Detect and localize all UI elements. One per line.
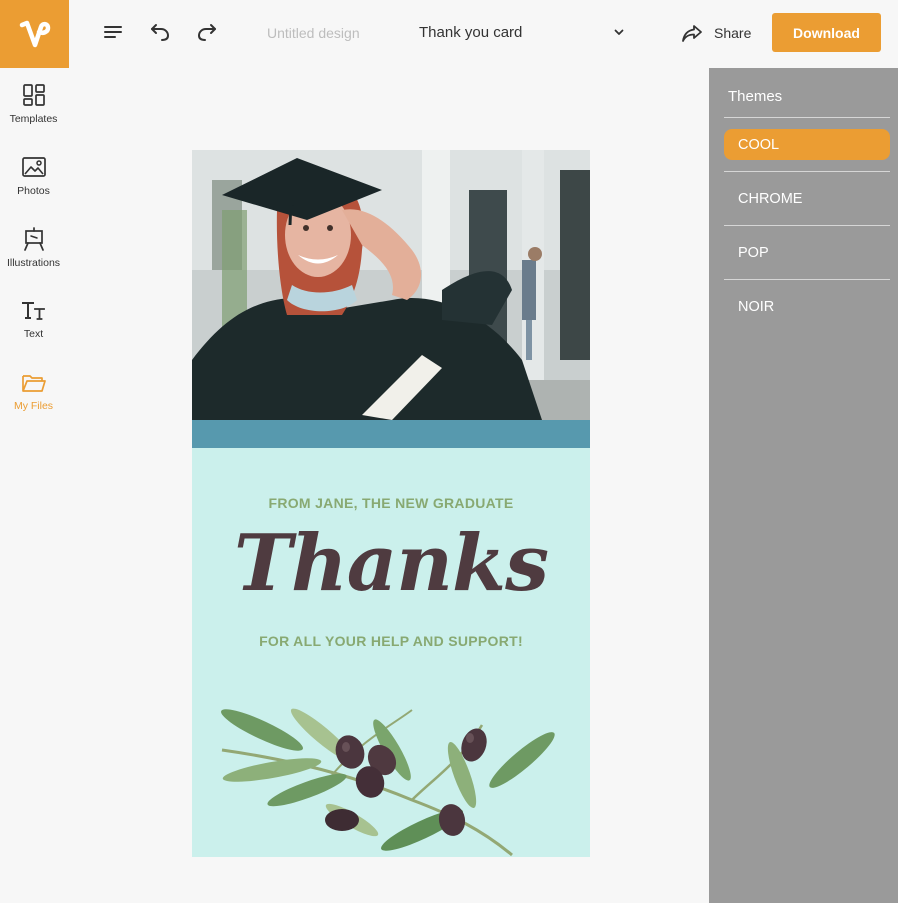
themes-title: Themes bbox=[728, 88, 783, 105]
share-arrow-icon bbox=[682, 25, 702, 42]
sidebar-item-my-files[interactable]: My Files bbox=[0, 356, 67, 428]
divider bbox=[724, 171, 890, 172]
graduate-photo[interactable] bbox=[192, 150, 590, 420]
template-select[interactable]: Thank you card bbox=[405, 14, 635, 50]
text-icon bbox=[21, 302, 45, 320]
document-name[interactable]: Untitled design bbox=[267, 25, 360, 41]
app-logo[interactable] bbox=[0, 0, 69, 68]
divider bbox=[724, 279, 890, 280]
folder-icon bbox=[21, 375, 46, 392]
card-support-line[interactable]: FOR ALL YOUR HELP AND SUPPORT! bbox=[192, 633, 590, 649]
sidebar-item-label: My Files bbox=[13, 400, 54, 412]
photos-icon bbox=[21, 157, 46, 177]
theme-option-pop[interactable]: POP bbox=[724, 237, 890, 268]
theme-option-chrome[interactable]: CHROME bbox=[724, 183, 890, 214]
sidebar-item-photos[interactable]: Photos bbox=[0, 140, 67, 212]
divider bbox=[724, 225, 890, 226]
sidebar-item-label: Illustrations bbox=[6, 257, 61, 269]
share-label: Share bbox=[714, 25, 752, 41]
themes-panel: Themes COOL CHROME POP NOIR bbox=[709, 68, 898, 903]
sidebar-item-label: Text bbox=[23, 328, 44, 340]
template-select-value: Thank you card bbox=[419, 23, 523, 41]
templates-icon bbox=[22, 84, 45, 106]
download-button[interactable]: Download bbox=[772, 13, 881, 52]
sidebar-item-templates[interactable]: Templates bbox=[0, 68, 67, 140]
theme-option-noir[interactable]: NOIR bbox=[724, 291, 890, 322]
undo-icon[interactable] bbox=[148, 20, 172, 44]
share-button[interactable]: Share bbox=[680, 20, 751, 46]
sidebar-item-illustrations[interactable]: Illustrations bbox=[0, 212, 67, 284]
card-canvas[interactable]: FROM JANE, THE NEW GRADUATE Thanks FOR A… bbox=[192, 150, 590, 857]
sidebar-item-text[interactable]: Text bbox=[0, 284, 67, 356]
menu-icon[interactable] bbox=[101, 20, 125, 44]
card-from-line[interactable]: FROM JANE, THE NEW GRADUATE bbox=[192, 495, 590, 511]
card-accent-band bbox=[192, 420, 590, 448]
sidebar-item-label: Photos bbox=[17, 185, 50, 197]
card-headline[interactable]: Thanks bbox=[192, 518, 590, 609]
chevron-down-icon bbox=[614, 29, 624, 35]
redo-icon[interactable] bbox=[195, 20, 219, 44]
divider bbox=[724, 117, 890, 118]
sidebar-item-label: Templates bbox=[9, 113, 58, 125]
easel-icon bbox=[23, 227, 44, 251]
theme-option-cool[interactable]: COOL bbox=[724, 129, 890, 160]
left-sidebar: Templates Photos Illustrations Text My F… bbox=[0, 68, 67, 428]
olive-branch-illustration[interactable] bbox=[212, 680, 572, 857]
logo-mark-icon bbox=[19, 20, 50, 48]
